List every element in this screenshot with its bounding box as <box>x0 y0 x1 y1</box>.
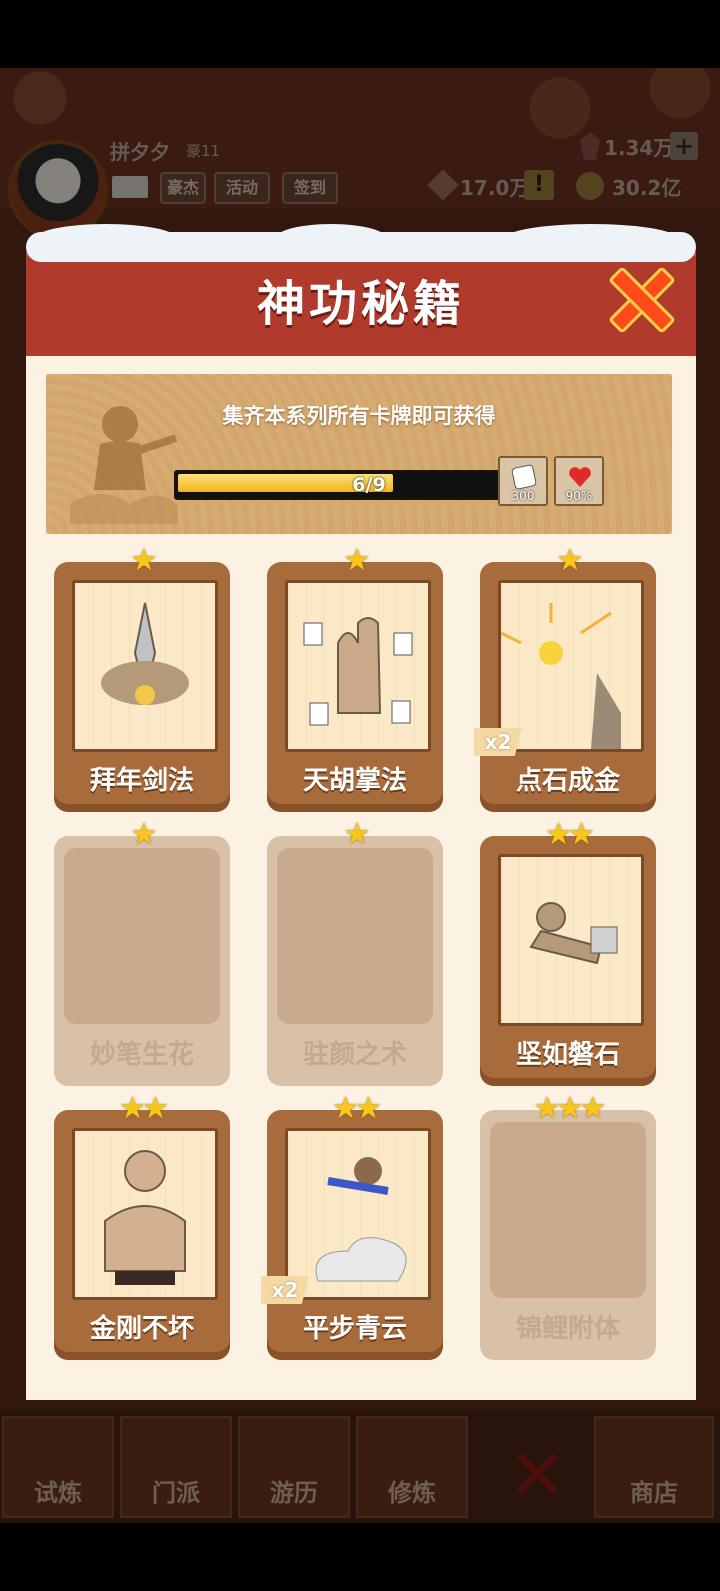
card-name: 坚如磐石 <box>515 1040 620 1070</box>
card-2[interactable]: ★ 天胡掌法 <box>267 546 443 812</box>
duplicate-badge: x2 <box>474 728 522 756</box>
reward-dice[interactable]: 300 <box>498 456 548 506</box>
collection-banner: 集齐本系列所有卡牌即可获得 6/9 300 90% <box>46 374 672 534</box>
card-art <box>277 848 433 1024</box>
card-name: 驻颜之术 <box>302 1040 407 1070</box>
card-art <box>490 1122 646 1298</box>
dice-icon <box>510 463 538 491</box>
card-name: 金刚不坏 <box>89 1314 194 1344</box>
status-bar <box>0 0 720 68</box>
card-9[interactable]: ★★★ 锦鲤附体 <box>480 1094 656 1360</box>
card-art <box>72 1128 218 1300</box>
card-3[interactable]: ★ x2 点石成金 <box>474 546 656 812</box>
snow-decoration <box>506 224 676 252</box>
close-button[interactable] <box>606 266 676 334</box>
reward-value: 90% <box>565 489 593 503</box>
star-icon: ★★ <box>545 817 595 852</box>
card-4[interactable]: ★ 妙笔生花 <box>54 820 230 1086</box>
card-name: 天胡掌法 <box>302 766 407 796</box>
card-5[interactable]: ★ 驻颜之术 <box>267 820 443 1086</box>
star-icon: ★★ <box>332 1091 382 1126</box>
star-icon: ★ <box>343 817 371 852</box>
dialog-body: 集齐本系列所有卡牌即可获得 6/9 300 90% ★ 拜年剑法 ★ 天胡掌法 ★ x2 点… <box>26 356 696 1400</box>
star-icon: ★ <box>130 543 158 578</box>
card-art <box>285 1128 431 1300</box>
system-nav-bar <box>0 1523 720 1591</box>
snow-decoration <box>36 224 176 252</box>
card-8[interactable]: ★★ x2 平步青云 <box>261 1094 443 1360</box>
card-art <box>72 580 218 752</box>
card-name: 锦鲤附体 <box>515 1314 620 1344</box>
card-6[interactable]: ★★ 坚如磐石 <box>480 820 656 1086</box>
card-collection-dialog: 神功秘籍 集齐本系列所有卡牌即可获得 6/9 300 90% ★ 拜年剑法 ★ … <box>26 224 696 1400</box>
card-name: 妙笔生花 <box>89 1040 194 1070</box>
card-7[interactable]: ★★ 金刚不坏 <box>54 1094 230 1360</box>
card-name: 拜年剑法 <box>89 766 194 796</box>
dialog-title: 神功秘籍 <box>256 276 465 332</box>
reward-heart[interactable]: 90% <box>554 456 604 506</box>
banner-text: 集齐本系列所有卡牌即可获得 <box>222 404 496 428</box>
card-art <box>285 580 431 752</box>
star-icon: ★★★ <box>533 1091 607 1126</box>
duplicate-badge: x2 <box>261 1276 309 1304</box>
heart-icon <box>569 467 591 487</box>
star-icon: ★ <box>556 543 584 578</box>
reward-value: 300 <box>511 489 535 503</box>
card-art <box>498 854 644 1026</box>
star-icon: ★ <box>130 817 158 852</box>
card-name: 点石成金 <box>515 766 620 796</box>
card-name: 平步青云 <box>302 1314 407 1344</box>
card-1[interactable]: ★ 拜年剑法 <box>54 546 230 812</box>
star-icon: ★★ <box>119 1091 169 1126</box>
card-art <box>498 580 644 752</box>
card-art <box>64 848 220 1024</box>
star-icon: ★ <box>343 543 371 578</box>
snow-decoration <box>276 224 386 252</box>
